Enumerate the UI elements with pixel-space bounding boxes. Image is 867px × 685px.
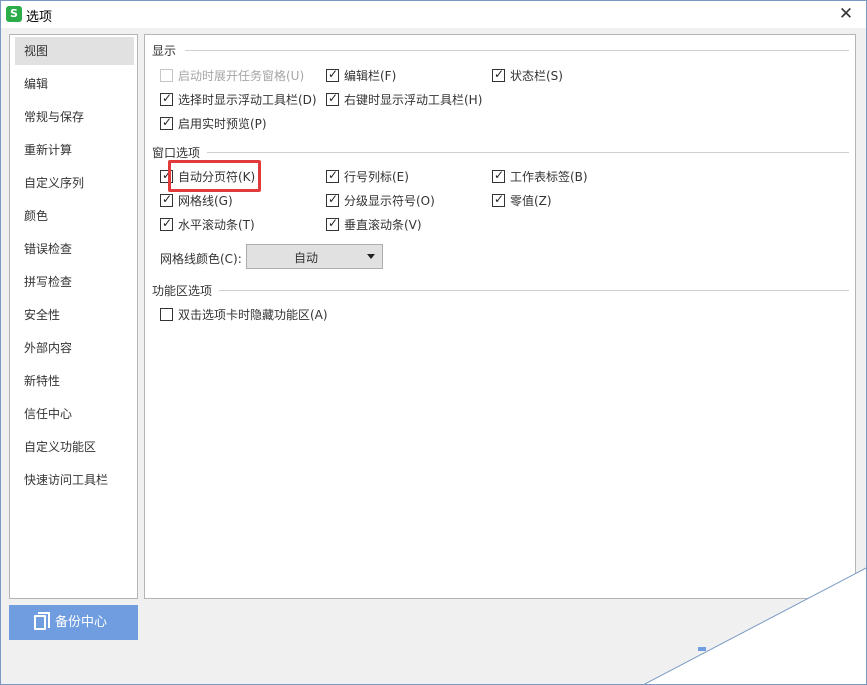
check-icon: ✓: [494, 67, 505, 81]
annotation-highlight-box: [168, 160, 261, 192]
dropdown-arrow-icon: [367, 254, 375, 259]
check-icon: ✓: [328, 192, 339, 206]
checkbox-checked[interactable]: ✓: [326, 216, 339, 231]
checkbox[interactable]: [160, 69, 173, 82]
divider: [207, 152, 849, 153]
sidebar-item-spell-check[interactable]: 拼写检查: [15, 268, 134, 296]
check-icon: ✓: [328, 91, 339, 105]
checkbox-checked[interactable]: ✓: [326, 67, 339, 82]
title-bar: S 选项 ✕: [1, 1, 866, 28]
ribbon-options-group-title: 功能区选项: [152, 282, 217, 298]
checkbox-checked[interactable]: ✓: [326, 192, 339, 207]
sidebar-item-new-features[interactable]: 新特性: [15, 367, 134, 395]
sidebar-item-custom-lists[interactable]: 自定义序列: [15, 169, 134, 197]
check-icon: ✓: [494, 192, 505, 206]
close-icon[interactable]: ✕: [836, 4, 856, 24]
backup-icon: [34, 612, 50, 630]
divider: [185, 50, 849, 51]
checkbox-checked[interactable]: ✓: [326, 91, 339, 106]
backup-center-button[interactable]: 备份中心: [9, 605, 138, 640]
sidebar-item-error-check[interactable]: 错误检查: [15, 235, 134, 263]
checkbox-checked[interactable]: ✓: [160, 115, 173, 130]
checkbox-checked[interactable]: ✓: [160, 91, 173, 106]
check-icon: ✓: [162, 115, 173, 129]
checkbox-checked[interactable]: ✓: [492, 192, 505, 207]
sidebar-item-trust-center[interactable]: 信任中心: [15, 400, 134, 428]
sidebar-item-general-save[interactable]: 常规与保存: [15, 103, 134, 131]
backup-center-label: 备份中心: [55, 615, 108, 630]
check-icon: ✓: [328, 216, 339, 230]
check-icon: ✓: [162, 192, 173, 206]
checkbox-checked[interactable]: ✓: [492, 168, 505, 183]
gridline-color-select[interactable]: 自动: [246, 244, 383, 269]
check-icon: ✓: [494, 168, 505, 182]
gridline-color-label: 网格线颜色(C):: [160, 252, 242, 266]
wps-app-icon: S: [6, 6, 22, 22]
sidebar-item-quick-access-toolbar[interactable]: 快速访问工具栏: [15, 466, 134, 494]
checkbox-checked[interactable]: ✓: [160, 216, 173, 231]
sidebar-item-custom-ribbon[interactable]: 自定义功能区: [15, 433, 134, 461]
gridline-color-value: 自动: [293, 251, 318, 265]
sidebar-item-security[interactable]: 安全性: [15, 301, 134, 329]
divider: [219, 290, 849, 291]
options-dialog: S 选项 ✕ 视图 编辑 常规与保存 重新计算 自定义序列 颜色 错误检查 拼写…: [0, 0, 867, 685]
dialog-title: 选项: [26, 10, 53, 25]
checkbox-checked[interactable]: ✓: [160, 192, 173, 207]
sidebar-item-view[interactable]: 视图: [15, 37, 134, 65]
checkbox-checked[interactable]: ✓: [492, 67, 505, 82]
check-icon: ✓: [162, 216, 173, 230]
check-icon: ✓: [328, 67, 339, 81]
window-options-group-title: 窗口选项: [152, 144, 205, 160]
check-icon: ✓: [162, 91, 173, 105]
sidebar-item-external-content[interactable]: 外部内容: [15, 334, 134, 362]
display-group-title: 显示: [152, 42, 181, 58]
sidebar-item-edit[interactable]: 编辑: [15, 70, 134, 98]
sidebar: 视图 编辑 常规与保存 重新计算 自定义序列 颜色 错误检查 拼写检查 安全性 …: [9, 34, 138, 599]
checkbox[interactable]: [160, 308, 173, 321]
checkbox-checked[interactable]: ✓: [326, 168, 339, 183]
check-icon: ✓: [328, 168, 339, 182]
sidebar-item-colors[interactable]: 颜色: [15, 202, 134, 230]
sidebar-item-recalculate[interactable]: 重新计算: [15, 136, 134, 164]
view-settings-panel: 显示 启动时展开任务窗格(U) ✓ 编辑栏(F) ✓ 状态栏(S) ✓ 选择时显…: [144, 34, 856, 599]
